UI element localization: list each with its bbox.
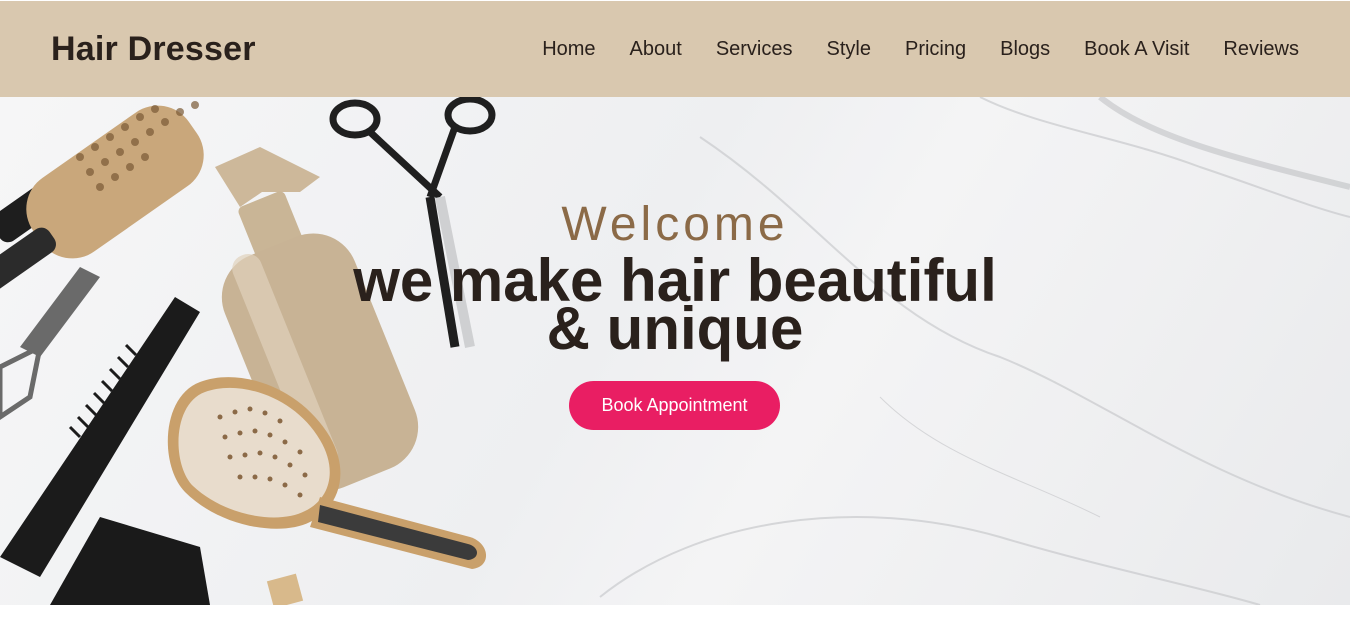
- nav-pricing[interactable]: Pricing: [905, 38, 966, 61]
- main-nav: Home About Services Style Pricing Blogs …: [508, 38, 1299, 61]
- nav-style[interactable]: Style: [827, 38, 871, 61]
- hero-welcome: Welcome: [561, 198, 789, 251]
- site-header: Hair Dresser Home About Services Style P…: [0, 1, 1350, 97]
- brand-logo[interactable]: Hair Dresser: [51, 30, 256, 69]
- hero-headline-line2: & unique: [546, 295, 804, 362]
- nav-reviews[interactable]: Reviews: [1223, 38, 1299, 61]
- nav-blogs[interactable]: Blogs: [1000, 38, 1050, 61]
- hero-section: Welcome we make hair beautiful & unique …: [0, 97, 1350, 605]
- nav-book-a-visit[interactable]: Book A Visit: [1084, 38, 1189, 61]
- hero-content: Welcome we make hair beautiful & unique …: [0, 97, 1350, 605]
- nav-home[interactable]: Home: [542, 38, 595, 61]
- nav-services[interactable]: Services: [716, 38, 793, 61]
- book-appointment-button[interactable]: Book Appointment: [569, 381, 780, 430]
- nav-about[interactable]: About: [630, 38, 682, 61]
- hero-headline: we make hair beautiful & unique: [0, 251, 1350, 362]
